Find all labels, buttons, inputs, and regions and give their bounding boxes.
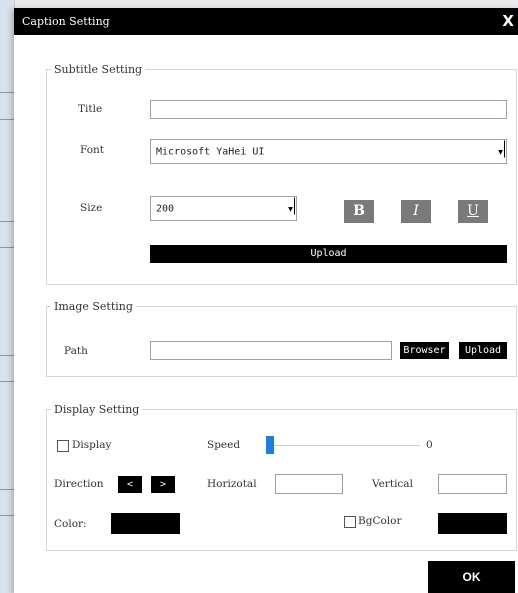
chevron-down-icon[interactable]: ▼ [288,197,295,214]
background-divider [0,515,14,516]
size-label: Size [80,202,103,214]
dialog-title: Caption Setting [22,15,110,28]
speed-value: 0 [426,439,433,451]
path-label: Path [64,345,88,357]
direction-left-button[interactable]: < [118,476,142,493]
ok-button[interactable]: OK [428,561,515,593]
direction-label: Direction [54,478,104,490]
close-icon[interactable]: X [502,12,514,30]
background-divider [0,92,14,93]
title-label: Title [78,103,103,115]
subtitle-upload-button[interactable]: Upload [150,245,507,263]
display-checkbox[interactable] [57,440,69,452]
image-setting-group: Image Setting [46,300,517,377]
bgcolor-swatch[interactable] [438,513,507,534]
bgcolor-checkbox[interactable] [344,516,356,528]
speed-label: Speed [207,439,241,451]
speed-slider-track[interactable] [266,445,420,446]
italic-button[interactable]: I [401,200,431,223]
title-input[interactable] [150,100,507,119]
background-divider [0,489,14,490]
caption-setting-dialog: Caption Setting X Subtitle Setting Title… [14,8,518,593]
horizontal-input[interactable] [275,474,343,494]
direction-right-button[interactable]: > [151,476,175,493]
chevron-down-icon[interactable]: ▼ [498,140,505,157]
background-divider [0,381,14,382]
font-select[interactable]: Microsoft YaHei UI ▼ [150,139,507,164]
color-label: Color: [54,518,87,530]
display-setting-legend: Display Setting [54,403,140,416]
background-divider [0,247,14,248]
display-label: Display [72,439,112,451]
vertical-input[interactable] [438,474,507,494]
bgcolor-label: BgColor [358,515,402,527]
size-select[interactable]: 200 ▼ [150,196,297,221]
color-swatch[interactable] [111,513,180,534]
background-divider [0,355,14,356]
horizontal-label: Horizotal [207,478,257,490]
underline-button[interactable]: U [458,200,488,223]
vertical-label: Vertical [372,478,413,490]
dialog-titlebar: Caption Setting X [14,8,518,35]
bold-button[interactable]: B [344,200,374,223]
path-input[interactable] [150,341,392,360]
browser-button[interactable]: Browser [400,342,449,359]
background-divider [0,119,14,120]
background-window-edge [0,0,15,593]
image-setting-legend: Image Setting [54,300,133,313]
subtitle-setting-legend: Subtitle Setting [54,63,143,76]
background-divider [0,221,14,222]
font-label: Font [80,144,105,156]
image-upload-button[interactable]: Upload [459,342,507,359]
font-select-value: Microsoft YaHei UI [156,146,265,157]
speed-slider-handle[interactable] [266,436,274,454]
size-select-value: 200 [156,203,175,214]
